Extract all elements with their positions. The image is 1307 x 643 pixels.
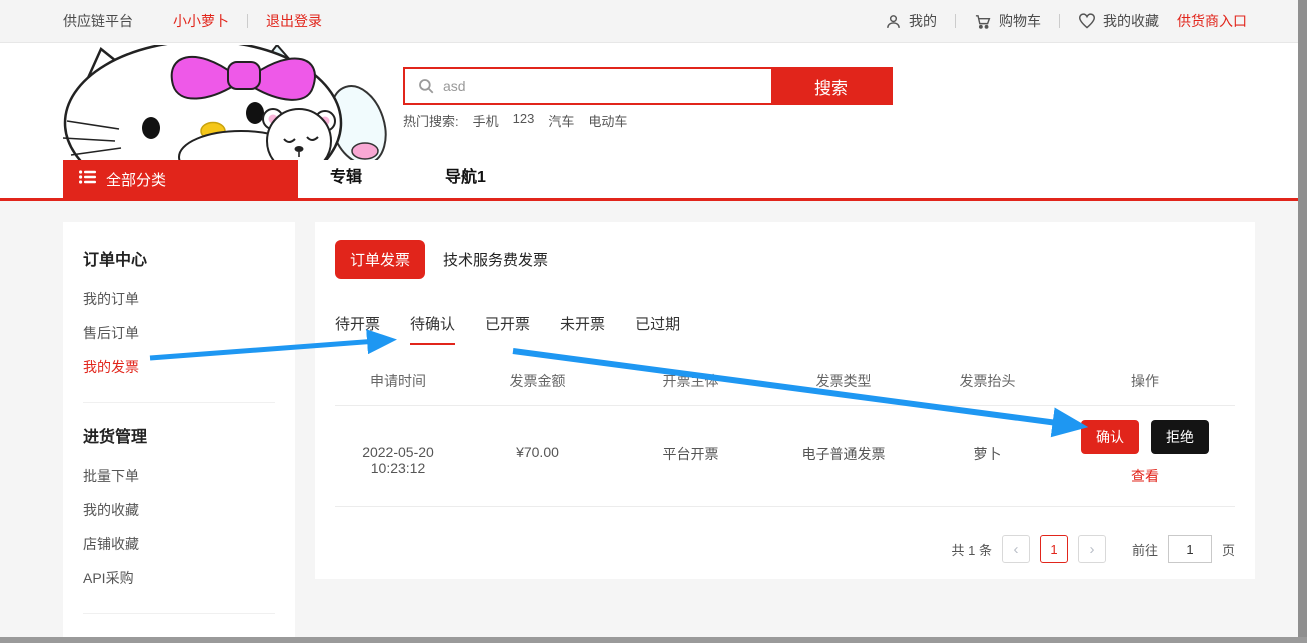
pagination-prev-button[interactable]: ‹: [1002, 535, 1030, 563]
horizontal-scrollbar[interactable]: [0, 637, 1307, 643]
pagination-goto-label: 前往: [1132, 540, 1158, 559]
cart-label: 购物车: [999, 11, 1041, 31]
search-button[interactable]: 搜索: [771, 69, 891, 103]
page-body: 订单中心 我的订单 售后订单 我的发票 进货管理 批量下单 我的收藏 店铺收藏 …: [0, 201, 1307, 643]
sidebar-item-api-purchase[interactable]: API采购: [83, 561, 275, 595]
cell-title: 萝卜: [920, 420, 1055, 486]
main-nav: 全部分类 专辑 导航1: [0, 160, 1307, 198]
tab-issued[interactable]: 已开票: [485, 313, 530, 345]
divider: [1059, 14, 1060, 28]
my-account-link[interactable]: 我的: [885, 11, 937, 31]
search-input[interactable]: [405, 69, 771, 103]
all-categories-button[interactable]: 全部分类: [63, 160, 298, 198]
column-header-type: 发票类型: [767, 371, 920, 391]
cell-amount: ¥70.00: [461, 420, 614, 486]
table-header-row: 申请时间 发票金额 开票主体 发票类型 发票抬头 操作: [335, 371, 1235, 406]
column-header-actions: 操作: [1055, 371, 1235, 391]
cart-link[interactable]: 购物车: [974, 11, 1041, 31]
tab-pending-confirm[interactable]: 待确认: [410, 313, 455, 345]
divider: [83, 613, 275, 614]
table-row: 2022-05-20 10:23:12 ¥70.00 平台开票 电子普通发票 萝…: [335, 406, 1235, 507]
hot-search-item[interactable]: 手机: [473, 111, 499, 130]
divider: [83, 402, 275, 403]
heart-icon: [1078, 13, 1096, 29]
divider: [955, 14, 956, 28]
logo-cat-image[interactable]: [63, 45, 393, 160]
username-link[interactable]: 小小萝卜: [173, 11, 229, 31]
sidebar-section-title-orders: 订单中心: [83, 246, 275, 270]
logout-link[interactable]: 退出登录: [266, 11, 322, 31]
cell-actions: 确认 拒绝 查看: [1055, 420, 1235, 486]
favorites-label: 我的收藏: [1103, 11, 1159, 31]
tab-expired[interactable]: 已过期: [635, 313, 680, 345]
search-bar: 搜索: [403, 67, 893, 105]
invoice-table: 申请时间 发票金额 开票主体 发票类型 发票抬头 操作 2022-05-20 1…: [335, 371, 1235, 507]
invoice-status-tabs: 待开票 待确认 已开票 未开票 已过期: [335, 313, 1235, 345]
user-icon: [885, 13, 902, 30]
divider: [247, 14, 248, 28]
sidebar-section-title-purchasing: 进货管理: [83, 423, 275, 447]
sidebar-item-my-favorites[interactable]: 我的收藏: [83, 493, 275, 527]
pagination-goto-input[interactable]: [1168, 535, 1212, 563]
tab-not-issued[interactable]: 未开票: [560, 313, 605, 345]
hot-search-item[interactable]: 电动车: [588, 111, 627, 130]
my-account-label: 我的: [909, 11, 937, 31]
column-header-issuer: 开票主体: [614, 371, 767, 391]
column-header-amount: 发票金额: [461, 371, 614, 391]
pagination-next-button[interactable]: ›: [1078, 535, 1106, 563]
tab-service-fee-invoice[interactable]: 技术服务费发票: [439, 240, 552, 279]
account-sidebar: 订单中心 我的订单 售后订单 我的发票 进货管理 批量下单 我的收藏 店铺收藏 …: [63, 222, 295, 643]
site-header: 搜索 热门搜索: 手机 123 汽车 电动车 全部分类 专辑 导航1: [0, 43, 1307, 201]
sidebar-item-shop-favorites[interactable]: 店铺收藏: [83, 527, 275, 561]
top-bar: 供应链平台 小小萝卜 退出登录 我的 购物车: [0, 0, 1307, 43]
sidebar-item-bulk-order[interactable]: 批量下单: [83, 459, 275, 493]
sidebar-item-my-invoices[interactable]: 我的发票: [83, 350, 275, 384]
hot-search-label: 热门搜索:: [403, 111, 459, 130]
site-title: 供应链平台: [63, 11, 133, 31]
reject-button[interactable]: 拒绝: [1151, 420, 1209, 454]
supplier-entry-link[interactable]: 供货商入口: [1177, 11, 1247, 31]
all-categories-label: 全部分类: [106, 169, 166, 190]
favorites-link[interactable]: 我的收藏: [1078, 11, 1159, 31]
sidebar-item-aftersale-orders[interactable]: 售后订单: [83, 316, 275, 350]
cart-icon: [974, 13, 992, 30]
tab-pending-issue[interactable]: 待开票: [335, 313, 380, 345]
hot-search-item[interactable]: 汽车: [548, 111, 574, 130]
pagination-page-unit: 页: [1222, 540, 1235, 559]
vertical-scrollbar[interactable]: [1298, 0, 1307, 643]
cell-issuer: 平台开票: [614, 420, 767, 486]
view-link[interactable]: 查看: [1055, 466, 1235, 486]
topbar-left-group: 供应链平台 小小萝卜 退出登录: [63, 11, 322, 31]
topbar-right-group: 我的 购物车 我的收藏 供货商入口: [885, 11, 1247, 31]
cell-apply-time: 2022-05-20 10:23:12: [335, 420, 461, 486]
nav-item-album[interactable]: 专辑: [330, 160, 362, 198]
invoice-type-tabs: 订单发票 技术服务费发票: [335, 240, 1235, 279]
nav-item-nav1[interactable]: 导航1: [445, 160, 486, 198]
pagination: 共 1 条 ‹ 1 › 前往 页: [335, 535, 1235, 563]
hot-search-item[interactable]: 123: [513, 111, 535, 130]
cell-type: 电子普通发票: [767, 420, 920, 486]
category-list-icon: [79, 170, 96, 188]
invoice-panel: 订单发票 技术服务费发票 待开票 待确认 已开票 未开票 已过期 申请时间 发票…: [315, 222, 1255, 579]
search-icon: [417, 77, 435, 98]
pagination-page-1[interactable]: 1: [1040, 535, 1068, 563]
column-header-apply-time: 申请时间: [335, 371, 461, 391]
column-header-title: 发票抬头: [920, 371, 1055, 391]
pagination-total: 共 1 条: [952, 540, 992, 559]
confirm-button[interactable]: 确认: [1081, 420, 1139, 454]
sidebar-item-my-orders[interactable]: 我的订单: [83, 282, 275, 316]
tab-order-invoice[interactable]: 订单发票: [335, 240, 425, 279]
hot-search-row: 热门搜索: 手机 123 汽车 电动车: [403, 111, 627, 130]
